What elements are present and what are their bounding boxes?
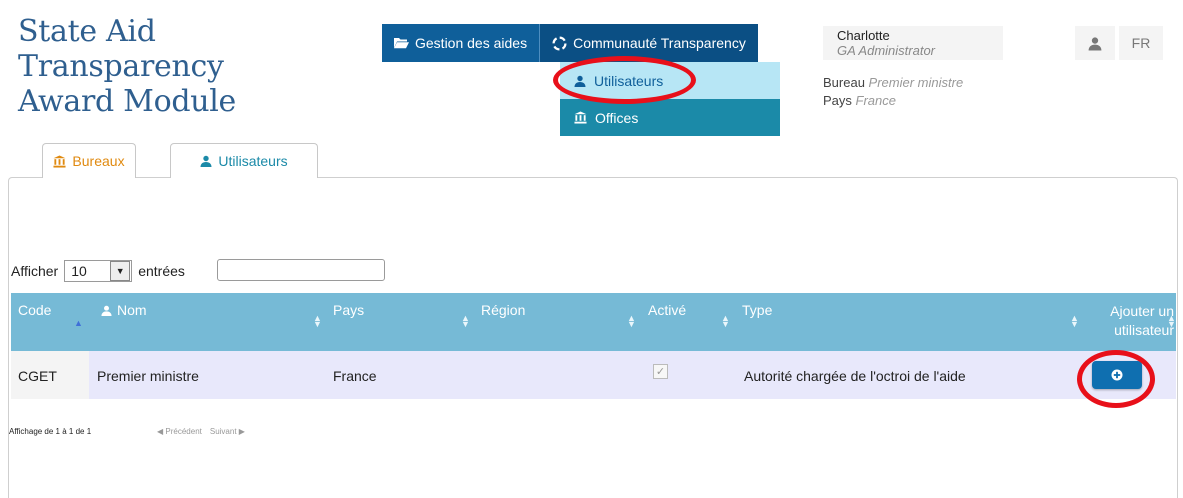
cell-type: Autorité chargée de l'octroi de l'aide [744,368,966,384]
annotation-circle-utilisateurs [553,56,696,104]
chevron-left-icon: ◀ [157,427,164,436]
show-label: Afficher [11,263,59,279]
table-row-highlight [89,351,1176,399]
col-region[interactable]: Région [481,302,525,318]
user-pays: Pays France [823,93,896,108]
col-add-user-label: Ajouter un utilisateur [1110,303,1174,338]
pagination: ◀ Précédent Suivant ▶ [157,427,245,436]
col-region-label: Région [481,302,526,318]
tab-bureaux[interactable]: Bureaux [42,143,136,178]
table-length-control: Afficher 10 ▼ entrées [11,260,185,282]
col-nom[interactable]: Nom [101,302,147,318]
user-icon [1088,36,1102,50]
user-icon [200,155,212,167]
active-checkbox: ✓ [653,364,668,379]
col-code-label: Code [18,302,52,318]
lifebuoy-icon [552,35,567,51]
entries-label: entrées [138,263,185,279]
app-title-line-3: Award Module [18,84,237,119]
chevron-right-icon: ▶ [238,427,245,436]
tab-utilisateurs-label: Utilisateurs [218,153,288,169]
app-title: State Aid Transparency Award Module [18,14,348,119]
nav-communaute-label: Communauté Transparency [573,35,746,51]
cell-code: CGET [18,368,57,384]
bureau-label: Bureau [823,75,865,90]
nav-gestion-des-aides[interactable]: Gestion des aides [382,24,540,62]
table-info: Affichage de 1 à 1 de 1 [9,427,92,436]
sort-both-icon: ▲ ▼ [627,313,636,329]
table-search-input[interactable] [217,259,385,281]
dropdown-item-offices[interactable]: Offices [560,99,780,136]
nav-communaute-transparency[interactable]: Communauté Transparency [539,24,758,62]
user-icon [101,305,112,316]
folder-open-icon [394,38,409,49]
sort-both-icon: ▲ ▼ [461,313,470,329]
nav-gestion-label: Gestion des aides [415,35,528,51]
sort-both-icon: ▲ ▼ [1167,313,1176,329]
col-pays[interactable]: Pays [333,302,364,318]
main-nav: Gestion des aides Communauté Transparenc… [382,24,758,62]
bureau-value: Premier ministre [868,75,964,90]
app-title-line-2: Transparency [18,49,224,84]
dropdown-offices-label: Offices [595,109,639,126]
sort-asc-icon: ▲ [74,318,83,328]
next-page-button[interactable]: Suivant ▶ [210,427,245,436]
sort-both-icon: ▲ ▼ [313,313,322,329]
table-header: Code ▲ Nom ▲ ▼ Pays ▲ ▼ Région ▲ ▼ Activé ▲… [11,293,1176,351]
col-active-label: Activé [648,302,687,318]
tab-utilisateurs[interactable]: Utilisateurs [170,143,318,178]
col-pays-label: Pays [333,302,365,318]
bank-icon [574,111,587,124]
user-name: Charlotte [837,28,890,43]
user-profile-button[interactable] [1075,26,1115,60]
cell-nom: Premier ministre [97,368,199,384]
tab-bureaux-label: Bureaux [72,153,125,169]
page-length-value: 10 [71,263,87,279]
col-nom-label: Nom [117,302,147,318]
previous-label: Précédent [165,427,202,436]
chevron-down-icon: ▼ [110,261,131,281]
bank-icon [53,154,66,168]
col-code[interactable]: Code [18,302,51,318]
user-role: GA Administrator [837,43,936,58]
annotation-circle-add-user [1077,350,1155,408]
col-type-label: Type [742,302,773,318]
user-bureau: Bureau Premier ministre [823,75,963,90]
sort-both-icon: ▲ ▼ [1070,313,1079,329]
col-active[interactable]: Activé [648,302,686,318]
sort-both-icon: ▲ ▼ [721,313,730,329]
previous-page-button[interactable]: ◀ Précédent [157,427,202,436]
col-type[interactable]: Type [742,302,772,318]
page-length-select[interactable]: 10 ▼ [64,260,133,282]
language-button[interactable]: FR [1119,26,1163,60]
next-label: Suivant [209,427,237,436]
app-title-line-1: State Aid [18,14,156,49]
cell-pays: France [333,368,377,384]
col-add-user[interactable]: Ajouter un utilisateur [1086,302,1174,340]
pays-value: France [855,93,896,108]
pays-label: Pays [823,93,852,108]
